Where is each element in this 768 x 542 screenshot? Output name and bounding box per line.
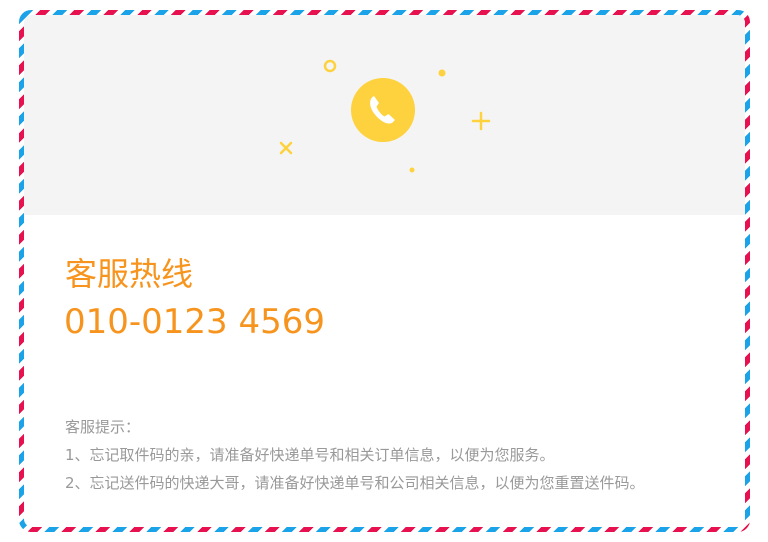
dot-decoration [409,167,415,173]
tip-item: 2、忘记送件码的快递大哥，请准备好快递单号和公司相关信息，以便为您重置送件码。 [65,474,645,492]
airmail-border: 客服热线 010-0123 4569 客服提示： 1、忘记取件码的亲，请准备好快… [19,10,750,532]
circle-decoration [323,59,337,73]
plus-decoration [471,111,491,131]
hotline-title: 客服热线 [65,255,194,293]
cross-decoration [279,141,293,155]
service-tips: 客服提示： 1、忘记取件码的亲，请准备好快递单号和相关订单信息，以便为您服务。 … [65,413,645,497]
illustration-banner [24,15,745,215]
dot-decoration [438,69,446,77]
hotline-number: 010-0123 4569 [64,302,326,342]
phone-icon [351,78,415,142]
hotline-card: 客服热线 010-0123 4569 客服提示： 1、忘记取件码的亲，请准备好快… [24,15,745,527]
illustration [279,59,491,173]
tips-heading: 客服提示： [65,418,141,436]
tip-item: 1、忘记取件码的亲，请准备好快递单号和相关订单信息，以便为您服务。 [65,446,555,464]
